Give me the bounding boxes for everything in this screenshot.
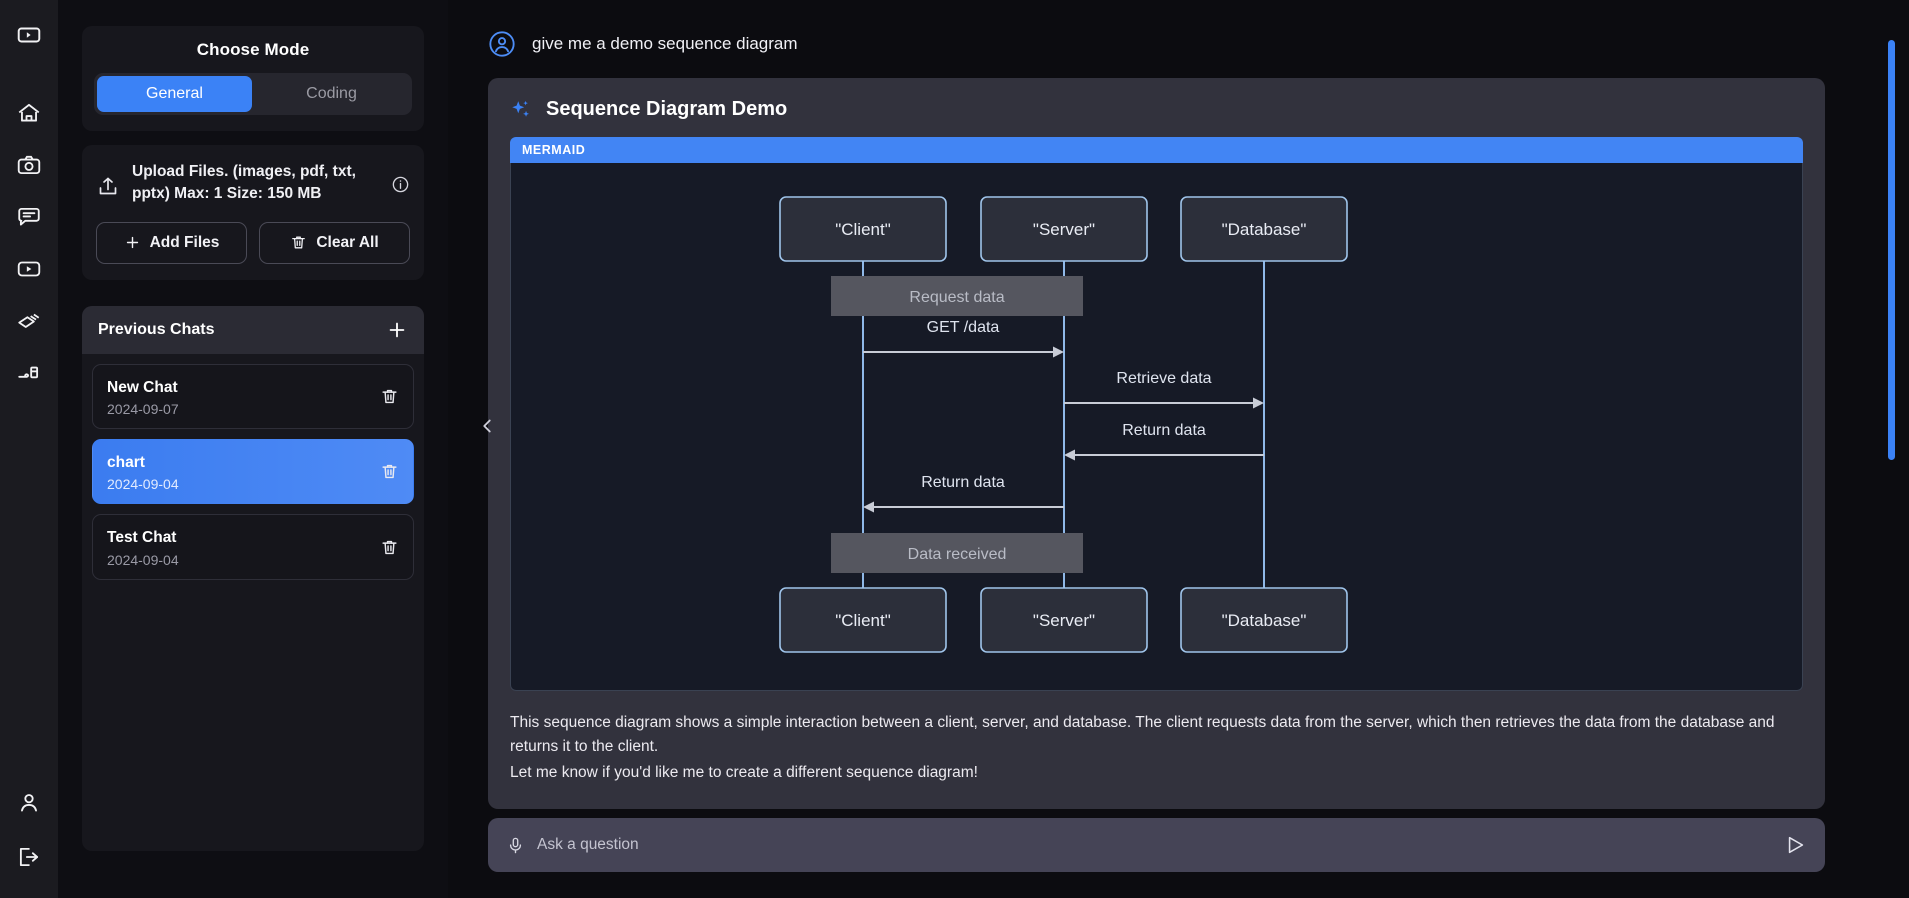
icon-rail (0, 0, 58, 898)
chat-date: 2024-09-04 (107, 551, 179, 568)
previous-chats-title: Previous Chats (98, 320, 215, 338)
trash-icon (292, 236, 306, 249)
message-label-return-data-server: Return data (921, 474, 1005, 491)
user-message-row: give me a demo sequence diagram (488, 30, 1869, 58)
chat-date: 2024-09-04 (107, 476, 179, 493)
upload-icon (96, 174, 120, 198)
chat-date: 2024-09-07 (107, 401, 179, 418)
mode-segmented-control: General Coding (94, 73, 412, 115)
question-input[interactable] (537, 836, 1773, 854)
answer-explanation: This sequence diagram shows a simple int… (510, 711, 1803, 785)
mode-option-coding[interactable]: Coding (254, 76, 409, 112)
user-message-text: give me a demo sequence diagram (532, 34, 798, 53)
message-return-data-db: Return data (1064, 422, 1264, 461)
previous-chats-card: Previous Chats New Chat 2024-09-07 chart… (82, 305, 424, 851)
delete-chat-icon[interactable] (380, 462, 399, 481)
actor-label-server-top: "Server" (1033, 220, 1095, 239)
add-files-label: Add Files (149, 233, 220, 251)
app-root: Choose Mode General Coding Upload Files.… (0, 0, 1909, 898)
sequence-diagram-svg: "Client" "Server" "Database" Request dat… (779, 196, 1348, 653)
message-label-return-data-db: Return data (1122, 422, 1206, 439)
logout-icon[interactable] (16, 844, 42, 870)
clear-all-label: Clear All (316, 233, 379, 251)
actor-label-database-top: "Database" (1222, 220, 1307, 239)
home-icon[interactable] (16, 100, 42, 126)
sequence-diagram-canvas: "Client" "Server" "Database" Request dat… (510, 163, 1803, 691)
previous-chats-list: New Chat 2024-09-07 chart 2024-09-04 Tes… (82, 354, 424, 590)
video-icon[interactable] (16, 256, 42, 282)
chevron-left-icon (483, 419, 491, 433)
chat-list-item-new-chat[interactable]: New Chat 2024-09-07 (92, 363, 414, 430)
new-chat-button[interactable] (386, 319, 408, 341)
note-data-received: Data received (831, 533, 1083, 573)
sparkle-icon (510, 99, 532, 121)
actor-boxes-bottom: "Client" "Server" "Database" (779, 587, 1348, 653)
note-label-data-received: Data received (908, 546, 1007, 563)
info-icon[interactable] (391, 175, 410, 194)
avatar (488, 30, 516, 58)
rail-bottom-icons (16, 790, 42, 870)
chat-name: chart (107, 454, 145, 472)
actor-label-server-bottom: "Server" (1033, 611, 1095, 630)
actor-label-database-bottom: "Database" (1222, 611, 1307, 630)
delete-chat-icon[interactable] (380, 538, 399, 557)
message-label-retrieve-data: Retrieve data (1116, 370, 1211, 387)
camera-icon[interactable] (16, 152, 42, 178)
note-label-request-data: Request data (909, 289, 1004, 306)
choose-mode-title: Choose Mode (196, 40, 310, 59)
message-retrieve-data: Retrieve data (1064, 370, 1264, 409)
collapse-sidebar-button[interactable] (476, 412, 498, 440)
assistant-answer-card: Sequence Diagram Demo MERMAID "Client" "… (488, 78, 1825, 810)
main-content: give me a demo sequence diagram Sequence… (448, 0, 1909, 898)
code-language-label: MERMAID (510, 137, 1803, 163)
chat-name: Test Chat (107, 529, 177, 547)
plus-icon (126, 237, 138, 249)
pen-write-icon[interactable] (16, 360, 42, 386)
question-composer[interactable] (488, 818, 1825, 872)
cards-icon[interactable] (16, 308, 42, 334)
message-get-data: GET /data (863, 319, 1064, 358)
previous-chats-header: Previous Chats (82, 305, 424, 354)
user-icon[interactable] (16, 790, 42, 816)
left-sidebar: Choose Mode General Coding Upload Files.… (58, 0, 491, 898)
rail-icon-list (16, 100, 42, 386)
delete-chat-icon[interactable] (380, 387, 399, 406)
note-request-data: Request data (831, 276, 1083, 316)
chat-list-item-chart[interactable]: chart 2024-09-04 (92, 439, 414, 505)
actor-boxes-top: "Client" "Server" "Database" (779, 196, 1348, 262)
mode-option-general[interactable]: General (97, 76, 252, 112)
chat-name: New Chat (107, 378, 178, 396)
page-scrollbar-thumb[interactable] (1888, 40, 1895, 460)
answer-header: Sequence Diagram Demo (510, 98, 1803, 121)
clear-all-button[interactable]: Clear All (259, 221, 410, 264)
add-files-button[interactable]: Add Files (96, 221, 247, 264)
upload-files-card: Upload Files. (images, pdf, txt, pptx) M… (82, 145, 424, 280)
message-label-get-data: GET /data (927, 319, 1000, 336)
message-return-data-server: Return data (863, 474, 1064, 513)
answer-title: Sequence Diagram Demo (546, 98, 788, 120)
microphone-icon[interactable] (506, 836, 525, 855)
plus-icon (389, 322, 405, 338)
chat-bubble-icon[interactable] (16, 204, 42, 230)
upload-files-text: Upload Files. (images, pdf, txt, pptx) M… (132, 163, 356, 203)
choose-mode-card: Choose Mode General Coding (82, 26, 424, 131)
actor-label-client-top: "Client" (835, 220, 891, 239)
actor-label-client-bottom: "Client" (835, 611, 891, 630)
explanation-paragraph-1: This sequence diagram shows a simple int… (510, 714, 1775, 756)
chat-list-item-test-chat[interactable]: Test Chat 2024-09-04 (92, 514, 414, 580)
send-icon[interactable] (1785, 834, 1807, 856)
panel-expand-icon[interactable] (16, 22, 42, 48)
explanation-paragraph-2: Let me know if you'd like me to create a… (510, 764, 978, 782)
mermaid-code-block: MERMAID "Client" "Server" "Database" Req… (510, 137, 1803, 691)
